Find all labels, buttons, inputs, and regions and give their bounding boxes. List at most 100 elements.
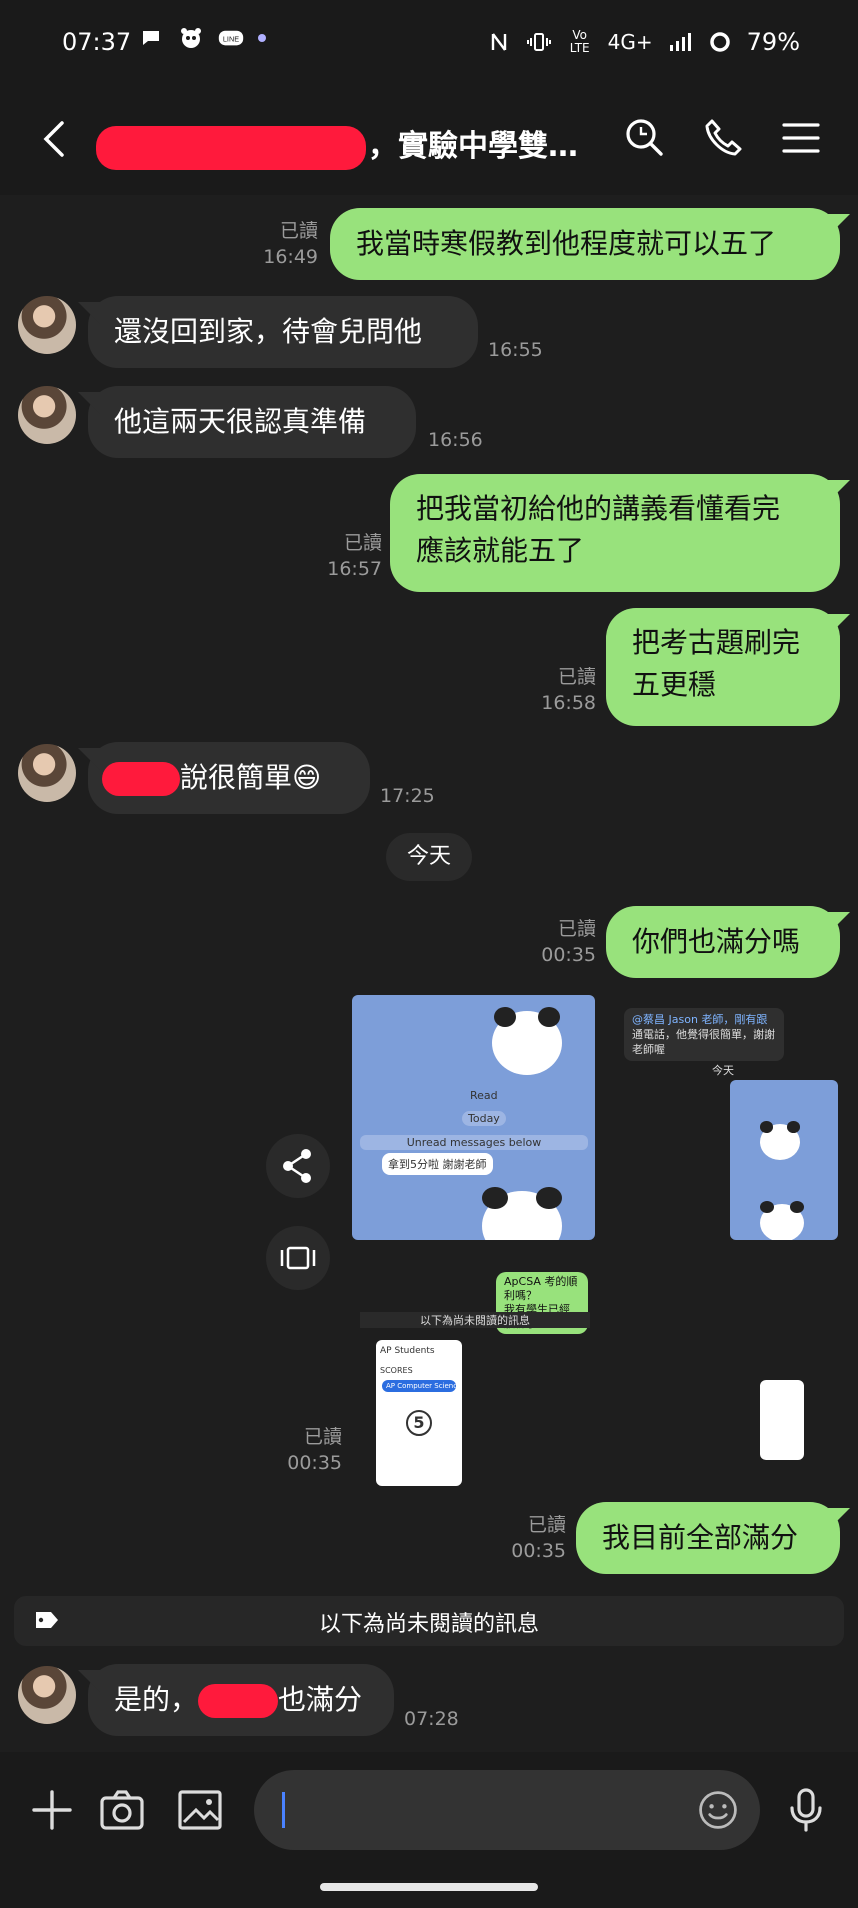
emoji-icon[interactable] [696, 1788, 740, 1832]
message-bubble-incoming[interactable]: 還沒回到家，待會兒問他 [88, 296, 478, 368]
read-label: 已讀 [557, 666, 596, 688]
plus-icon[interactable] [28, 1786, 76, 1834]
message-time: 16:49 [263, 246, 318, 268]
message-bubble-outgoing[interactable]: 我當時寒假教到他程度就可以五了 [330, 208, 840, 280]
avatar[interactable] [18, 386, 76, 444]
message-text-line: 五更穩 [632, 668, 717, 701]
avatar[interactable] [18, 296, 76, 354]
message-text-line: 把我當初給他的講義看懂看完 [416, 492, 781, 525]
mention-bubble-mini: @蔡昌 Jason 老師，剛有跟 通電話，他覺得很簡單，謝謝老師喔 [624, 1008, 784, 1061]
notification-icons: LINE [138, 26, 266, 50]
message-time: 16:58 [541, 692, 596, 714]
message-time: 00:35 [287, 1452, 342, 1474]
share-button[interactable] [266, 1134, 330, 1198]
collage-view-button[interactable] [266, 1226, 330, 1290]
dot-icon [258, 34, 266, 42]
message-time: 00:35 [511, 1540, 566, 1562]
nfc-icon [491, 33, 506, 51]
share-icon [283, 1149, 311, 1183]
message-text-line: 把考古題刷完 [632, 626, 801, 659]
message-time: 16:57 [327, 558, 382, 580]
chat-title-text: ，實驗中學雙… [368, 129, 578, 164]
message-text: 我目前全部滿分 [602, 1521, 799, 1554]
message-bubble-outgoing[interactable]: 把考古題刷完 五更穩 [606, 608, 840, 726]
chat-icon [143, 31, 159, 45]
redaction-mark [102, 762, 180, 796]
unread-label-mini: 以下為尚未閱讀的訊息 [360, 1312, 590, 1328]
carousel-icon [280, 1246, 316, 1270]
message-time: 16:55 [488, 339, 543, 361]
redaction-mark [96, 125, 366, 170]
message-bubble-outgoing[interactable]: 你們也滿分嗎 [606, 906, 840, 978]
system-status: Vo LTE 4G+ 79% [486, 28, 800, 56]
svg-text:LINE: LINE [223, 34, 239, 43]
message-text: 也滿分 [278, 1683, 363, 1716]
status-time: 07:37 [62, 28, 132, 56]
message-bubble-incoming[interactable]: 是的， 也滿分 [88, 1664, 394, 1736]
network-label: 4G+ [607, 30, 653, 54]
panda-icon [181, 28, 201, 48]
date-divider: 今天 [386, 833, 472, 881]
home-indicator[interactable] [320, 1883, 538, 1891]
search-icon[interactable] [622, 115, 668, 161]
mention-text-2: 通電話，他覺得很簡單，謝謝老師喔 [632, 1028, 775, 1056]
battery-icon [709, 32, 730, 52]
phone-icon[interactable] [700, 115, 746, 161]
read-receipt: 已讀 00:35 [496, 916, 596, 968]
chat-header: ，實驗中學雙… [0, 85, 858, 195]
text-caret [282, 1792, 285, 1828]
unread-label: 以下為尚未閱讀的訊息 [318, 1612, 539, 1637]
image-icon[interactable] [176, 1786, 224, 1834]
avatar[interactable] [18, 1666, 76, 1724]
message-text: 你們也滿分嗎 [632, 925, 801, 958]
menu-icon[interactable] [778, 115, 824, 161]
read-label-mini: Read [470, 1089, 498, 1102]
panda-sticker [482, 1187, 562, 1240]
read-receipt: 已讀 16:57 [282, 530, 382, 582]
read-receipt: 已讀 00:35 [466, 1512, 566, 1564]
today-label-mini: 今天 [712, 1064, 734, 1077]
read-label: 已讀 [343, 532, 382, 554]
read-label: 已讀 [557, 918, 596, 940]
message-text: 還沒回到家，待會兒問他 [114, 315, 423, 348]
back-icon[interactable] [36, 117, 76, 161]
signal-icon [669, 33, 691, 51]
panda-sticker [760, 1201, 804, 1240]
redaction-mark [198, 1684, 279, 1718]
score-value: 5 [406, 1410, 432, 1436]
message-text: 他這兩天很認真準備 [114, 405, 367, 438]
message-text: 我當時寒假教到他程度就可以五了 [356, 227, 777, 260]
mic-icon[interactable] [782, 1786, 830, 1834]
chat-title[interactable]: ，實驗中學雙… [96, 121, 586, 170]
status-bar: 07:37 LINE Vo LTE 4G+ 79% [0, 0, 858, 85]
shared-screenshot[interactable]: Read Today Unread messages below 拿到5分啦 謝… [352, 995, 595, 1240]
unread-divider: 以下為尚未閱讀的訊息 [14, 1596, 844, 1646]
read-receipt: 已讀 00:35 [242, 1424, 342, 1476]
read-label: 已讀 [279, 220, 318, 242]
volte-label: Vo LTE [569, 28, 590, 55]
reply-bubble-mini: 拿到5分啦 謝謝老師 [382, 1153, 493, 1175]
message-text: 說很簡單😄 [180, 761, 322, 794]
read-receipt: 已讀 16:58 [496, 664, 596, 716]
message-time: 00:35 [541, 944, 596, 966]
vibrate-icon [526, 33, 551, 51]
mention-text: @蔡昌 Jason 老師，剛有跟 [632, 1013, 768, 1026]
read-label: 已讀 [527, 1514, 566, 1536]
message-text-line: 應該就能五了 [416, 534, 585, 567]
message-bubble-incoming[interactable]: 他這兩天很認真準備 [88, 386, 416, 458]
camera-icon[interactable] [98, 1786, 146, 1834]
score-screenshot-mini[interactable] [760, 1380, 804, 1460]
score-screenshot[interactable]: AP Students SCORES AP Computer Science A… [376, 1340, 462, 1486]
message-bubble-outgoing[interactable]: 我目前全部滿分 [576, 1502, 840, 1574]
score-label: SCORES [380, 1366, 413, 1375]
shared-screenshot-mini[interactable] [730, 1080, 838, 1240]
message-bubble-incoming[interactable]: 說很簡單😄 [88, 742, 370, 814]
message-time: 17:25 [380, 785, 435, 807]
message-input[interactable] [254, 1770, 760, 1850]
score-badge: AP Computer Science A [382, 1380, 456, 1392]
unread-label-mini: Unread messages below [360, 1135, 588, 1150]
message-text: 是的， [114, 1683, 199, 1716]
message-bubble-outgoing[interactable]: 把我當初給他的講義看懂看完 應該就能五了 [390, 474, 840, 592]
avatar[interactable] [18, 744, 76, 802]
line-icon: LINE [218, 30, 244, 46]
